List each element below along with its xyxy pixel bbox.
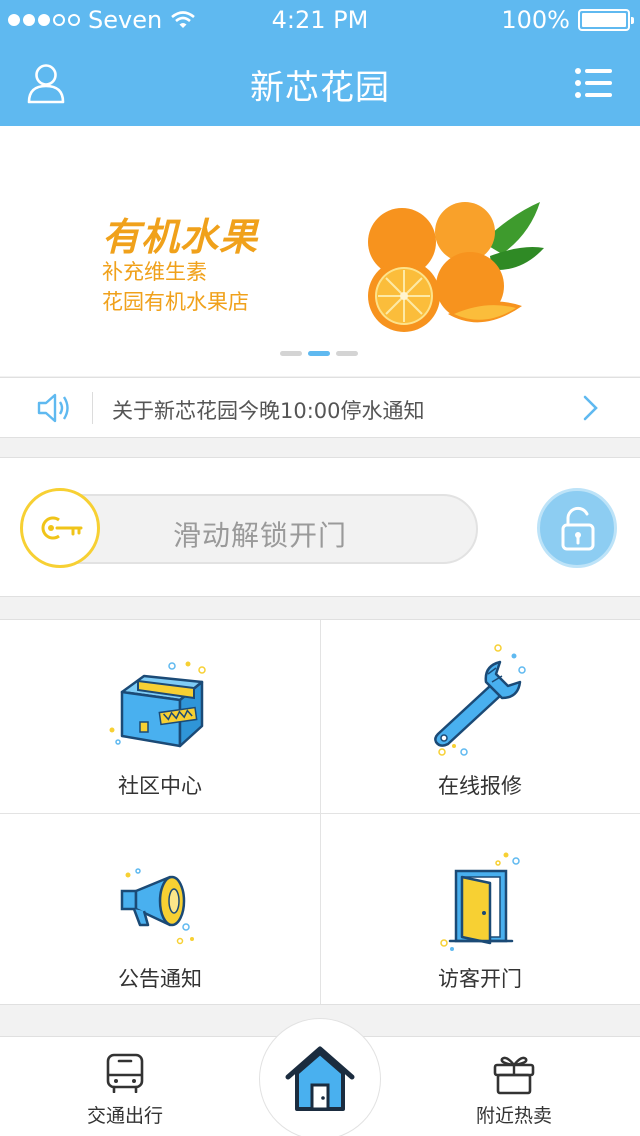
pager-dot[interactable] [336,351,358,356]
wrench-icon [434,644,526,756]
speaker-icon [37,393,69,423]
grid-item-visitor-door[interactable]: 访客开门 [320,813,640,1006]
function-grid: 社区中心 在线报修 公告通知 访客开门 [0,619,640,1005]
megaphone-icon [120,868,194,945]
gift-icon [493,1056,535,1095]
package-box-icon [109,661,206,748]
page-title: 新芯花园 [250,68,390,108]
door-icon [440,852,520,951]
chevron-right-icon[interactable] [582,394,600,422]
unlock-panel: 滑动解锁开门 [0,457,640,597]
unlock-slider-knob[interactable] [20,488,100,568]
promo-banner[interactable]: 有机水果 补充维生素 花园有机水果店 [0,126,640,376]
grid-item-label: 在线报修 [438,774,522,798]
battery-percent: 100% [501,6,570,34]
battery-icon [578,9,634,31]
banner-line2: 花园有机水果店 [102,290,249,314]
grid-item-online-repair[interactable]: 在线报修 [320,620,640,813]
tab-label: 附近热卖 [475,1105,552,1127]
banner-line1: 补充维生素 [102,260,207,284]
grid-item-label: 社区中心 [118,774,202,798]
tab-label: 交通出行 [86,1105,163,1127]
tab-transport[interactable]: 交通出行 [45,1037,205,1136]
grid-item-announcements[interactable]: 公告通知 [0,813,320,1006]
grid-item-community-center[interactable]: 社区中心 [0,620,320,813]
tab-nearby-hot[interactable]: 附近热卖 [434,1037,594,1136]
battery-status: 100% [501,6,634,34]
lock-icon [561,506,595,551]
status-bar: Seven 4:21 PM 100% [0,0,640,40]
menu-list-icon[interactable] [574,66,612,100]
grid-item-label: 访客开门 [438,967,522,991]
oranges-illustration [368,202,544,332]
notice-divider [92,392,93,424]
unlock-door-button[interactable] [537,488,617,568]
notice-bar[interactable]: 关于新芯花园今晚10:00停水通知 [0,377,640,438]
grid-item-label: 公告通知 [118,967,202,991]
key-icon [41,516,83,540]
home-button[interactable] [259,1018,381,1136]
pager-dot-active[interactable] [308,351,330,356]
pager-dot[interactable] [280,351,302,356]
notice-text: 关于新芯花园今晚10:00停水通知 [112,399,425,423]
banner-pager[interactable] [280,351,358,356]
bus-icon [106,1053,144,1093]
header-bar: Seven 4:21 PM 100% 新芯花园 [0,0,640,126]
banner-headline: 有机水果 [102,215,259,259]
home-icon [285,1046,355,1111]
